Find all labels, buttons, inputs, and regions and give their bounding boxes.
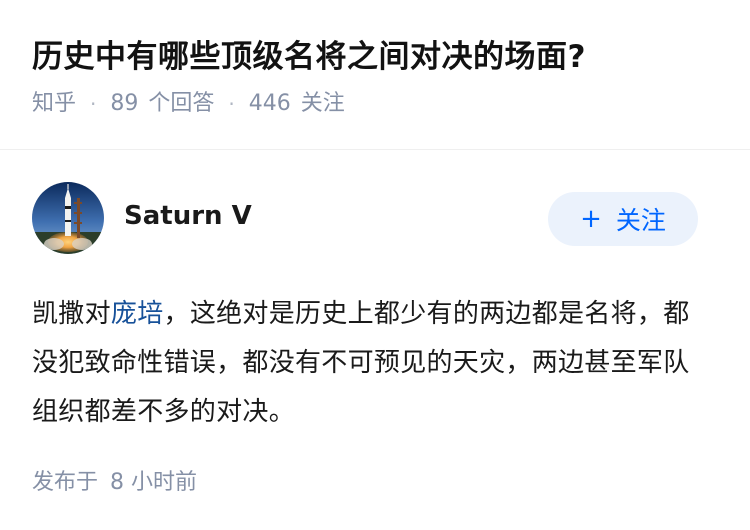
publish-time-value: 8 小时前 (110, 470, 198, 495)
separator-dot: · (228, 92, 235, 116)
follower-count-link[interactable]: 446 关注 (249, 89, 345, 119)
plus-icon: + (580, 204, 602, 234)
question-header: 历史中有哪些顶级名将之间对决的场面? 知乎 · 89 个回答 · 446 关注 (0, 0, 750, 150)
saturn-v-rocket-icon (32, 182, 104, 254)
author-name[interactable]: Saturn V (124, 198, 252, 234)
follower-count: 446 (248, 91, 291, 116)
answer-count-label: 个回答 (148, 91, 215, 116)
answer-count-link[interactable]: 89 个回答 (110, 89, 214, 119)
follow-button-label: 关注 (615, 206, 666, 235)
answer-content: 凯撒对庞培，这绝对是历史上都少有的两边都是名将，都没犯致命性错误，都没有不可预见… (32, 290, 718, 437)
question-title[interactable]: 历史中有哪些顶级名将之间对决的场面? (32, 34, 718, 80)
zhihu-answer-page: 历史中有哪些顶级名将之间对决的场面? 知乎 · 89 个回答 · 446 关注 (0, 0, 750, 530)
author-avatar[interactable] (32, 182, 104, 254)
answer-count: 89 (110, 91, 139, 116)
publish-label: 发布于 (32, 470, 99, 495)
publish-time: 发布于 8 小时前 (32, 468, 718, 498)
follower-count-label: 关注 (300, 91, 345, 116)
source-label[interactable]: 知乎 (32, 89, 76, 119)
answer-content-prefix: 凯撒对 (32, 299, 111, 329)
author-row: Saturn V + 关注 (32, 150, 718, 290)
follow-button[interactable]: + 关注 (548, 192, 698, 246)
pompey-link[interactable]: 庞培 (111, 299, 164, 329)
separator-dot: · (90, 92, 97, 116)
question-meta: 知乎 · 89 个回答 · 446 关注 (32, 89, 718, 119)
answer-card: Saturn V + 关注 凯撒对庞培，这绝对是历史上都少有的两边都是名将，都没… (0, 150, 750, 498)
